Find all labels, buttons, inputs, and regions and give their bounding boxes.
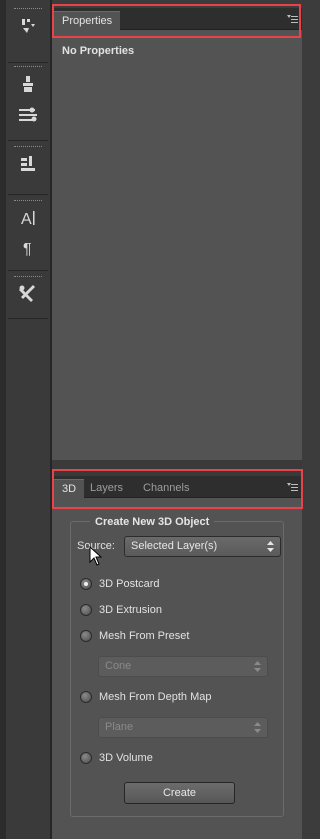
panel-menu-icon[interactable] [286, 13, 298, 25]
select-arrows-icon [254, 661, 261, 672]
properties-panel: Properties No Properties [52, 8, 302, 460]
3d-panel: 3D Layers Channels Create New 3D Object … [52, 476, 302, 839]
character-icon[interactable]: A [8, 203, 48, 233]
option-3d-postcard[interactable]: 3D Postcard [80, 576, 160, 592]
option-label: Mesh From Preset [99, 630, 190, 642]
tab-channels[interactable]: Channels [135, 479, 197, 498]
option-label: 3D Volume [99, 752, 153, 764]
mouse-cursor-icon [89, 546, 103, 566]
tool-group-2 [8, 66, 48, 129]
option-mesh-from-depth-map[interactable]: Mesh From Depth Map [80, 689, 211, 705]
group-title: Create New 3D Object [90, 516, 215, 528]
tool-group-5 [8, 276, 48, 309]
preset-select-value: Cone [105, 660, 132, 672]
separator [8, 318, 48, 319]
tool-group-4: A ¶ [8, 200, 48, 263]
properties-tab-bar: Properties [52, 8, 302, 30]
depth-map-select[interactable]: Plane [98, 717, 268, 738]
select-arrows-icon [254, 722, 261, 733]
no-properties-message: No Properties [62, 45, 135, 57]
separator [8, 270, 48, 271]
separator [8, 194, 48, 195]
select-arrows-icon [267, 541, 274, 552]
paragraph-icon[interactable]: ¶ [8, 233, 48, 263]
tools-icon[interactable] [8, 279, 48, 309]
option-label: 3D Postcard [99, 578, 160, 590]
source-select-value: Selected Layer(s) [131, 540, 218, 552]
radio-button[interactable] [80, 752, 92, 764]
tab-layers[interactable]: Layers [82, 479, 131, 498]
panel-menu-icon[interactable] [286, 481, 298, 493]
option-3d-extrusion[interactable]: 3D Extrusion [80, 602, 162, 618]
option-3d-volume[interactable]: 3D Volume [80, 750, 153, 766]
svg-text:A: A [21, 211, 32, 228]
tool-group-3 [8, 146, 48, 179]
brush-settings-icon[interactable] [8, 11, 48, 41]
radio-button[interactable] [80, 630, 92, 642]
option-label: 3D Extrusion [99, 604, 162, 616]
adjustments-icon[interactable] [8, 99, 48, 129]
separator [8, 62, 48, 63]
tab-3d[interactable]: 3D [54, 479, 85, 498]
clone-source-icon[interactable] [8, 69, 48, 99]
depth-map-select-value: Plane [105, 721, 134, 733]
tab-properties[interactable]: Properties [54, 11, 121, 30]
svg-text:¶: ¶ [23, 241, 32, 258]
panel-divider[interactable] [52, 460, 302, 476]
tool-group-1 [8, 8, 48, 41]
layer-comps-icon[interactable] [8, 149, 48, 179]
option-mesh-from-preset[interactable]: Mesh From Preset [80, 628, 189, 644]
radio-button[interactable] [80, 604, 92, 616]
option-label: Mesh From Depth Map [99, 691, 212, 703]
create-button[interactable]: Create [124, 782, 235, 804]
source-select[interactable]: Selected Layer(s) [124, 536, 281, 557]
3d-tab-bar: 3D Layers Channels [52, 476, 302, 498]
separator [8, 140, 48, 141]
radio-button[interactable] [80, 691, 92, 703]
radio-button[interactable] [80, 578, 92, 590]
dock-edge [0, 0, 6, 839]
preset-select[interactable]: Cone [98, 656, 268, 677]
